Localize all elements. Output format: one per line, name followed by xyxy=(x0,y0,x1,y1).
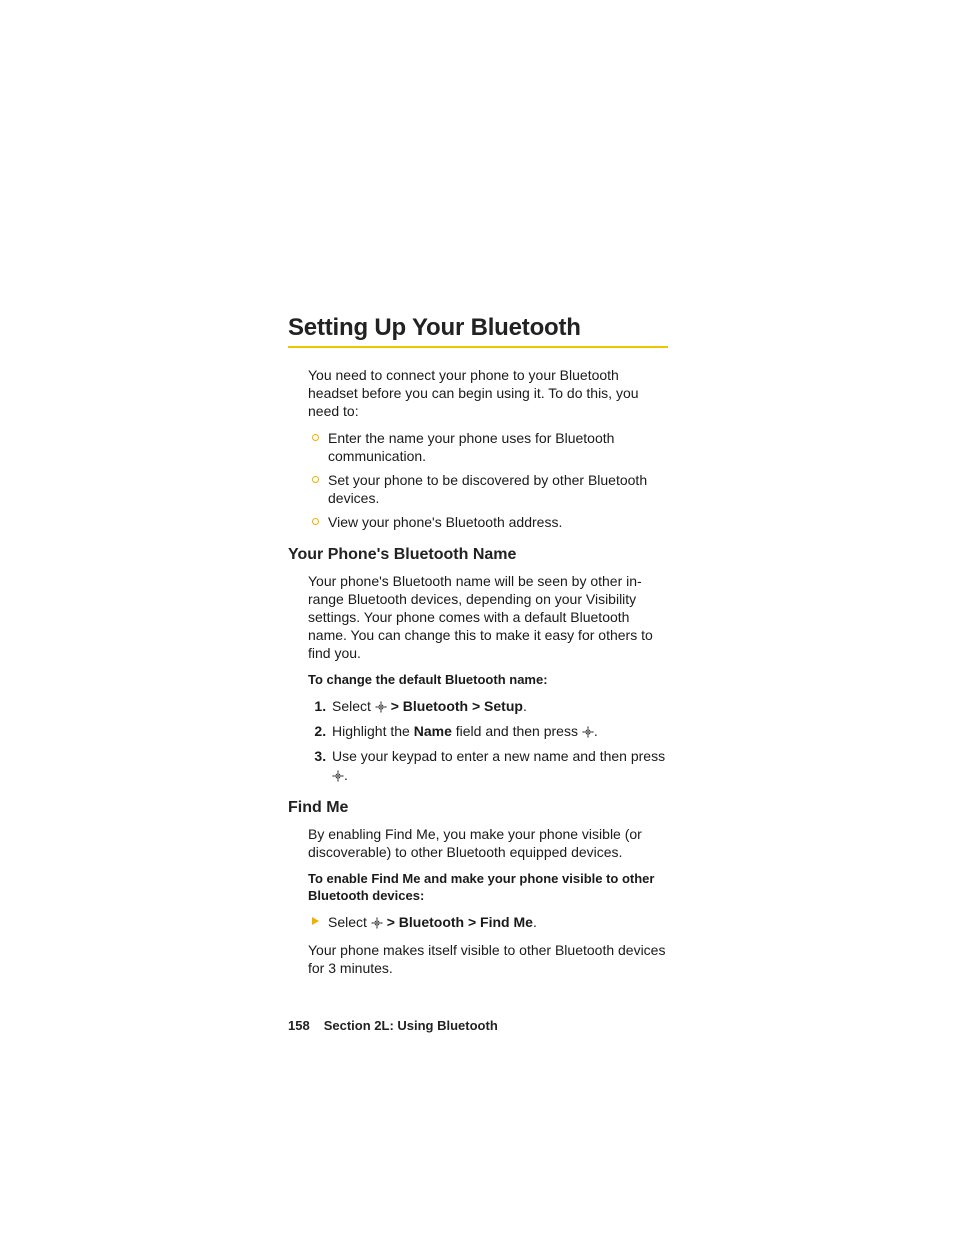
procedure-lead: To enable Find Me and make your phone vi… xyxy=(308,871,666,905)
page-footer: 158 Section 2L: Using Bluetooth xyxy=(288,1018,498,1033)
menu-path: Bluetooth > Setup xyxy=(403,698,523,714)
step-text: > xyxy=(387,698,403,714)
list-item: Set your phone to be discovered by other… xyxy=(308,471,666,507)
step-item: Use your keypad to enter a new name and … xyxy=(330,747,666,785)
page-number: 158 xyxy=(288,1018,310,1033)
action-item: Select > Bluetooth > Find Me. xyxy=(308,913,666,931)
find-me-result: Your phone makes itself visible to other… xyxy=(308,941,666,977)
page-content: Setting Up Your Bluetooth You need to co… xyxy=(288,314,666,986)
menu-path: Bluetooth > Find Me xyxy=(399,914,533,930)
find-me-paragraph: By enabling Find Me, you make your phone… xyxy=(308,825,666,861)
intro-bullet-list: Enter the name your phone uses for Bluet… xyxy=(308,429,666,532)
procedure-lead: To change the default Bluetooth name: xyxy=(308,672,666,689)
page-title: Setting Up Your Bluetooth xyxy=(288,314,666,342)
title-rule xyxy=(288,346,668,348)
step-text: . xyxy=(344,767,348,783)
step-text: . xyxy=(523,698,527,714)
step-text: Select xyxy=(328,914,371,930)
subheading-find-me: Find Me xyxy=(288,799,666,817)
action-bullet-list: Select > Bluetooth > Find Me. xyxy=(308,913,666,931)
subheading-bluetooth-name: Your Phone's Bluetooth Name xyxy=(288,546,666,564)
section-label: Section 2L: Using Bluetooth xyxy=(324,1018,498,1033)
nav-key-icon xyxy=(371,917,383,929)
step-text: . xyxy=(594,723,598,739)
intro-paragraph: You need to connect your phone to your B… xyxy=(308,366,666,421)
nav-key-icon xyxy=(582,726,594,738)
step-text: Select xyxy=(332,698,375,714)
step-item: Highlight the Name field and then press … xyxy=(330,722,666,741)
field-name: Name xyxy=(414,723,452,739)
bluetooth-name-paragraph: Your phone's Bluetooth name will be seen… xyxy=(308,572,666,663)
nav-key-icon xyxy=(375,701,387,713)
step-item: Select > Bluetooth > Setup. xyxy=(330,697,666,716)
step-text: . xyxy=(533,914,537,930)
step-text: Use your keypad to enter a new name and … xyxy=(332,748,665,764)
step-text: > xyxy=(383,914,399,930)
list-item: Enter the name your phone uses for Bluet… xyxy=(308,429,666,465)
step-text: Highlight the xyxy=(332,723,414,739)
step-list: Select > Bluetooth > Setup. Highlight th… xyxy=(308,697,666,785)
nav-key-icon xyxy=(332,770,344,782)
list-item: View your phone's Bluetooth address. xyxy=(308,513,666,531)
step-text: field and then press xyxy=(452,723,582,739)
